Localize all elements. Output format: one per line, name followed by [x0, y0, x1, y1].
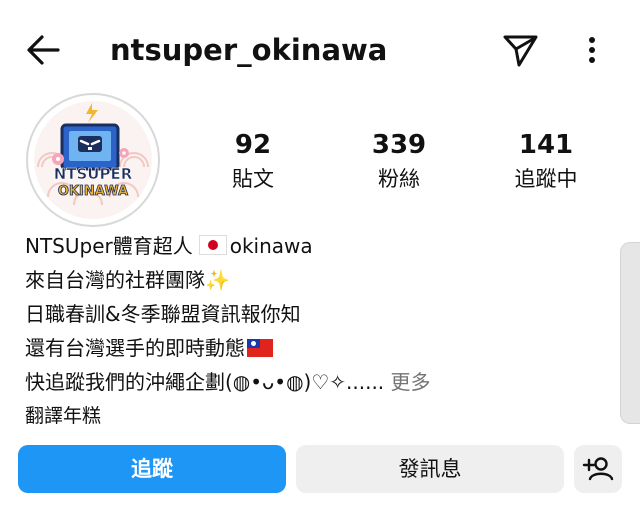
follow-button[interactable]: 追蹤 — [18, 445, 286, 493]
bio-line-2: 日職春訓&冬季聯盟資訊報你知 — [25, 297, 585, 331]
posts-label: 貼文 — [232, 167, 274, 191]
bio-text-1: 來自台灣的社群團隊 — [25, 268, 205, 292]
japan-flag-icon — [198, 235, 227, 255]
add-person-button[interactable] — [574, 445, 622, 493]
followers-count[interactable]: 339 粉絲 — [339, 128, 459, 196]
posts-number: 92 — [234, 130, 272, 160]
message-button[interactable]: 發訊息 — [296, 445, 564, 493]
avatar-logo: NTSUPER OKINAWA — [34, 101, 152, 219]
profile-bio: NTSUper體育超人 okinawa 來自台灣的社群團隊✨ 日職春訓&冬季聯盟資… — [25, 229, 585, 433]
following-label: 追蹤中 — [514, 167, 578, 191]
logo-text-bottom: OKINAWA — [58, 184, 128, 199]
profile-username: ntsuper_okinawa — [110, 33, 388, 67]
posts-count[interactable]: 92 貼文 — [193, 128, 313, 196]
bio-line-1: 來自台灣的社群團隊✨ — [25, 263, 585, 297]
bio-name-line: NTSUper體育超人 okinawa — [25, 229, 585, 263]
profile-avatar[interactable]: NTSUPER OKINAWA — [26, 93, 160, 227]
followers-label: 粉絲 — [378, 167, 420, 191]
back-arrow-icon[interactable] — [22, 28, 66, 72]
sparkles-icon: ✨ — [205, 268, 230, 292]
more-vertical-icon[interactable] — [572, 28, 612, 72]
bio-line-3: 還有台灣選手的即時動態 — [25, 331, 585, 365]
following-count[interactable]: 141 追蹤中 — [486, 128, 606, 196]
following-number: 141 — [518, 130, 574, 160]
bio-text-4: 快追蹤我們的沖繩企劃(⁠◍⁠•⁠ᴗ⁠•⁠◍⁠)⁠♡⁠✧...... — [25, 370, 391, 394]
paper-plane-icon[interactable] — [498, 28, 542, 72]
bio-name-suffix: okinawa — [229, 234, 313, 258]
bio-display-name: NTSUper體育超人 — [25, 234, 193, 258]
logo-text-top: NTSUPER — [54, 165, 133, 183]
more-link[interactable]: 更多 — [391, 370, 431, 394]
followers-number: 339 — [371, 130, 427, 160]
bio-text-3: 還有台灣選手的即時動態 — [25, 336, 245, 360]
taiwan-flag-icon — [247, 339, 273, 357]
add-person-icon — [582, 457, 614, 481]
translate-link[interactable]: 翻譯年糕 — [25, 399, 585, 433]
edge-scroll-handle[interactable] — [620, 242, 640, 424]
top-bar: ntsuper_okinawa — [0, 0, 640, 100]
bio-line-4: 快追蹤我們的沖繩企劃(⁠◍⁠•⁠ᴗ⁠•⁠◍⁠)⁠♡⁠✧...... 更多 — [25, 365, 585, 399]
bio-text-2: 日職春訓&冬季聯盟資訊報你知 — [25, 302, 301, 326]
